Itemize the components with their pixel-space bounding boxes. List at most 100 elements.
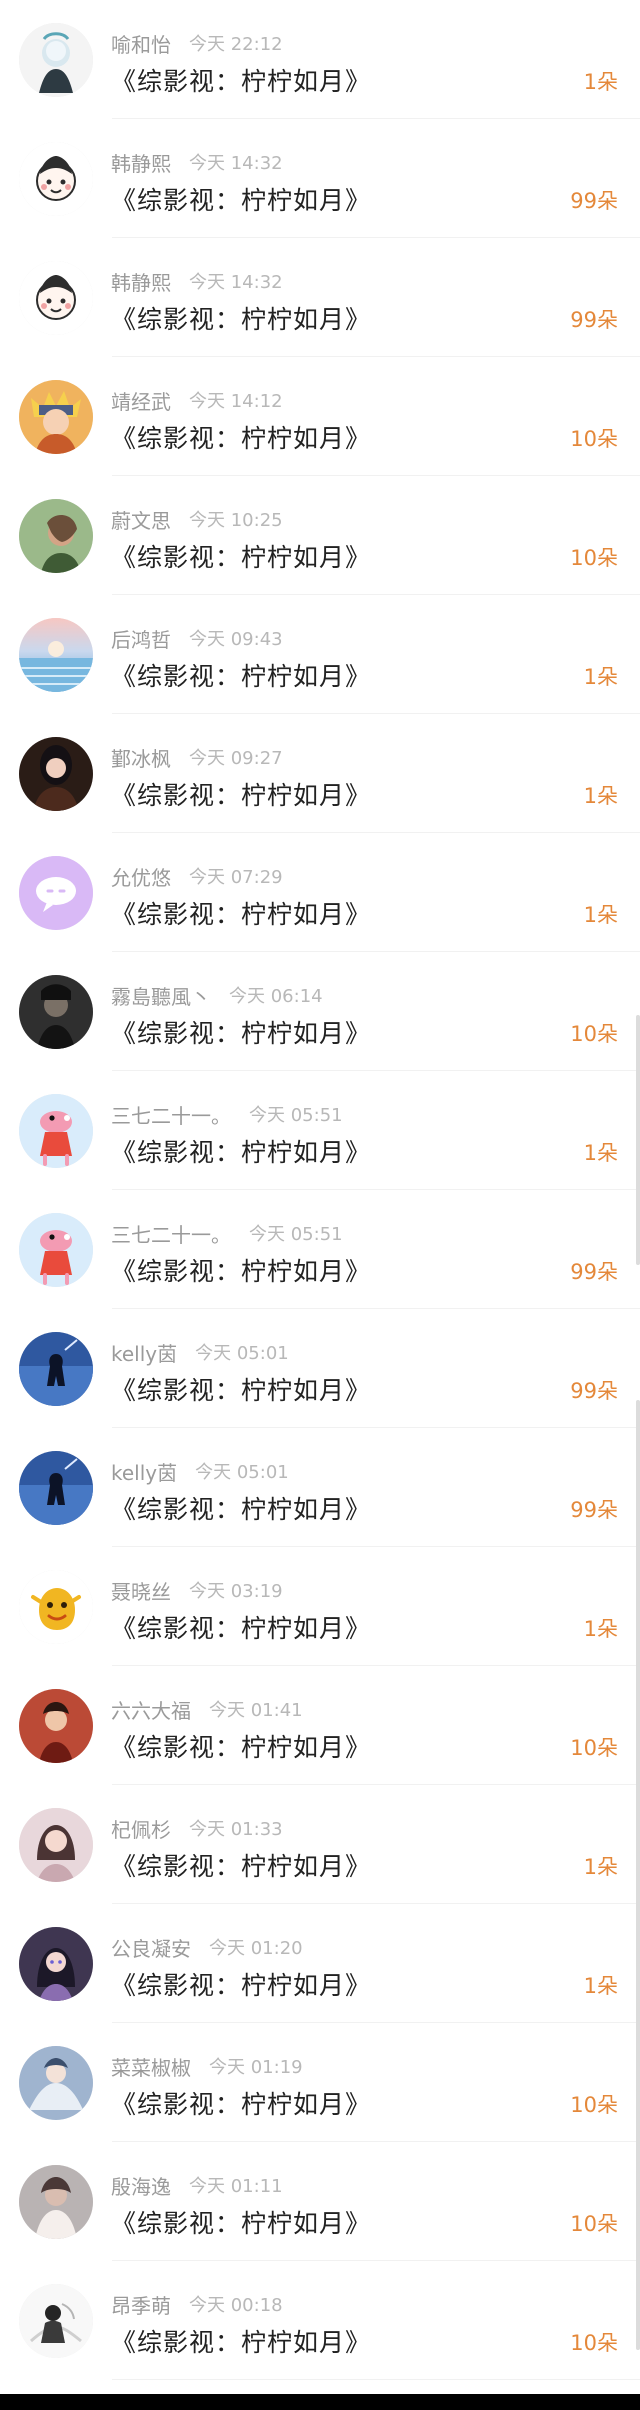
sea-silhouette-avatar-icon[interactable] bbox=[19, 1451, 93, 1525]
yellow-cartoon-avatar-icon[interactable] bbox=[19, 1570, 93, 1644]
user-name[interactable]: 杞佩杉 bbox=[111, 1814, 171, 1843]
record-time: 今天 01:41 bbox=[209, 1700, 303, 1721]
work-title[interactable]: 《综影视：柠柠如月》 bbox=[111, 1847, 371, 1883]
scrollbar-segment-lower[interactable] bbox=[636, 1400, 640, 2350]
work-title[interactable]: 《综影视：柠柠如月》 bbox=[111, 1014, 371, 1050]
gift-record-row[interactable]: 后鸿哲 今天 09:43 《综影视：柠柠如月》 1朵 bbox=[0, 595, 640, 714]
soft-portrait-avatar-icon[interactable] bbox=[19, 2165, 93, 2239]
gift-record-row[interactable]: 殷海逸 今天 01:11 《综影视：柠柠如月》 10朵 bbox=[0, 2142, 640, 2261]
chat-bubble-avatar-icon[interactable] bbox=[19, 856, 93, 930]
record-time: 今天 05:51 bbox=[249, 1224, 343, 1245]
record-time: 今天 01:20 bbox=[209, 1938, 303, 1959]
portrait-avatar-icon[interactable] bbox=[19, 499, 93, 573]
woman-photo-avatar-icon[interactable] bbox=[19, 737, 93, 811]
gift-record-row[interactable]: 韩静熙 今天 14:32 《综影视：柠柠如月》 99朵 bbox=[0, 119, 640, 238]
work-title[interactable]: 《综影视：柠柠如月》 bbox=[111, 419, 371, 455]
gift-record-row[interactable]: 霧島聽風丶 今天 06:14 《综影视：柠柠如月》 10朵 bbox=[0, 952, 640, 1071]
record-meta: 三七二十一。 今天 05:51 bbox=[111, 1219, 343, 1247]
user-name[interactable]: 靖经武 bbox=[111, 386, 171, 415]
gift-record-row[interactable]: 公良凝安 今天 01:20 《综影视：柠柠如月》 1朵 bbox=[0, 1904, 640, 2023]
red-portrait-avatar-icon[interactable] bbox=[19, 1689, 93, 1763]
work-title[interactable]: 《综影视：柠柠如月》 bbox=[111, 2085, 371, 2121]
record-time: 今天 14:12 bbox=[189, 391, 283, 412]
record-time: 今天 05:51 bbox=[249, 1105, 343, 1126]
gift-record-row[interactable]: 杞佩杉 今天 01:33 《综影视：柠柠如月》 1朵 bbox=[0, 1785, 640, 1904]
work-title[interactable]: 《综影视：柠柠如月》 bbox=[111, 1728, 371, 1764]
user-name[interactable]: 三七二十一。 bbox=[111, 1219, 231, 1248]
woman-portrait-avatar-icon[interactable] bbox=[19, 1808, 93, 1882]
cartoon-girl-avatar-icon[interactable] bbox=[19, 142, 93, 216]
gift-amount: 99朵 bbox=[570, 189, 618, 213]
work-title[interactable]: 《综影视：柠柠如月》 bbox=[111, 657, 371, 693]
user-name[interactable]: 公良凝安 bbox=[111, 1933, 191, 1962]
work-title[interactable]: 《综影视：柠柠如月》 bbox=[111, 62, 371, 98]
record-time: 今天 01:11 bbox=[189, 2176, 283, 2197]
work-title[interactable]: 《综影视：柠柠如月》 bbox=[111, 1609, 371, 1645]
ocean-sunset-avatar-icon[interactable] bbox=[19, 618, 93, 692]
work-title[interactable]: 《综影视：柠柠如月》 bbox=[111, 181, 371, 217]
user-name[interactable]: 殷海逸 bbox=[111, 2171, 171, 2200]
user-name[interactable]: 蔚文思 bbox=[111, 505, 171, 534]
gift-record-row[interactable]: 昂季萌 今天 00:18 《综影视：柠柠如月》 10朵 bbox=[0, 2261, 640, 2380]
anime-ninja-avatar-icon[interactable] bbox=[19, 380, 93, 454]
anime-girl-avatar-icon[interactable] bbox=[19, 23, 93, 97]
record-time: 今天 05:01 bbox=[195, 1462, 289, 1483]
gift-amount: 1朵 bbox=[583, 784, 618, 808]
user-name[interactable]: 韩静熙 bbox=[111, 148, 171, 177]
user-name[interactable]: 三七二十一。 bbox=[111, 1100, 231, 1129]
user-name[interactable]: 后鸿哲 bbox=[111, 624, 171, 653]
gift-record-row[interactable]: 靖经武 今天 14:12 《综影视：柠柠如月》 10朵 bbox=[0, 357, 640, 476]
gift-record-row[interactable]: 菜菜椒椒 今天 01:19 《综影视：柠柠如月》 10朵 bbox=[0, 2023, 640, 2142]
user-name[interactable]: kelly茵 bbox=[111, 1338, 177, 1367]
gift-record-row[interactable]: 鄞冰枫 今天 09:27 《综影视：柠柠如月》 1朵 bbox=[0, 714, 640, 833]
work-title[interactable]: 《综影视：柠柠如月》 bbox=[111, 2204, 371, 2240]
gift-record-row[interactable]: 聂晓丝 今天 03:19 《综影视：柠柠如月》 1朵 bbox=[0, 1547, 640, 1666]
work-title[interactable]: 《综影视：柠柠如月》 bbox=[111, 2323, 371, 2359]
work-title[interactable]: 《综影视：柠柠如月》 bbox=[111, 776, 371, 812]
gift-amount: 1朵 bbox=[583, 1141, 618, 1165]
anime-girl-dark-avatar-icon[interactable] bbox=[19, 1927, 93, 2001]
user-name[interactable]: 鄞冰枫 bbox=[111, 743, 171, 772]
user-name[interactable]: 允优悠 bbox=[111, 862, 171, 891]
user-name[interactable]: 霧島聽風丶 bbox=[111, 981, 211, 1010]
gift-record-row[interactable]: 允优悠 今天 07:29 《综影视：柠柠如月》 1朵 bbox=[0, 833, 640, 952]
user-name[interactable]: kelly茵 bbox=[111, 1457, 177, 1486]
gift-record-row[interactable]: 三七二十一。 今天 05:51 《综影视：柠柠如月》 99朵 bbox=[0, 1190, 640, 1309]
work-title[interactable]: 《综影视：柠柠如月》 bbox=[111, 895, 371, 931]
scrollbar-segment-upper[interactable] bbox=[636, 1015, 640, 1265]
user-name[interactable]: 昂季萌 bbox=[111, 2290, 171, 2319]
work-title[interactable]: 《综影视：柠柠如月》 bbox=[111, 1490, 371, 1526]
cartoon-girl-avatar-icon[interactable] bbox=[19, 261, 93, 335]
record-meta: 杞佩杉 今天 01:33 bbox=[111, 1814, 283, 1842]
gift-record-row[interactable]: kelly茵 今天 05:01 《综影视：柠柠如月》 99朵 bbox=[0, 1428, 640, 1547]
user-name[interactable]: 韩静熙 bbox=[111, 267, 171, 296]
user-name[interactable]: 六六大福 bbox=[111, 1695, 191, 1724]
gift-record-row[interactable]: 韩静熙 今天 14:32 《综影视：柠柠如月》 99朵 bbox=[0, 238, 640, 357]
gift-amount: 10朵 bbox=[570, 2212, 618, 2236]
user-name[interactable]: 喻和怡 bbox=[111, 29, 171, 58]
peppa-pig-avatar-icon[interactable] bbox=[19, 1094, 93, 1168]
gift-record-row[interactable]: 蔚文思 今天 10:25 《综影视：柠柠如月》 10朵 bbox=[0, 476, 640, 595]
gift-record-row[interactable]: 三七二十一。 今天 05:51 《综影视：柠柠如月》 1朵 bbox=[0, 1071, 640, 1190]
work-title[interactable]: 《综影视：柠柠如月》 bbox=[111, 1371, 371, 1407]
gift-record-row[interactable]: 六六大福 今天 01:41 《综影视：柠柠如月》 10朵 bbox=[0, 1666, 640, 1785]
work-title[interactable]: 《综影视：柠柠如月》 bbox=[111, 538, 371, 574]
work-title[interactable]: 《综影视：柠柠如月》 bbox=[111, 1133, 371, 1169]
work-title[interactable]: 《综影视：柠柠如月》 bbox=[111, 1252, 371, 1288]
user-name[interactable]: 菜菜椒椒 bbox=[111, 2052, 191, 2081]
blue-painting-avatar-icon[interactable] bbox=[19, 2046, 93, 2120]
record-time: 今天 05:01 bbox=[195, 1343, 289, 1364]
dark-portrait-avatar-icon[interactable] bbox=[19, 975, 93, 1049]
record-meta: 菜菜椒椒 今天 01:19 bbox=[111, 2052, 303, 2080]
record-meta: 昂季萌 今天 00:18 bbox=[111, 2290, 283, 2318]
gift-amount: 99朵 bbox=[570, 1498, 618, 1522]
gift-record-row[interactable]: 喻和怡 今天 22:12 《综影视：柠柠如月》 1朵 bbox=[0, 0, 640, 119]
sea-silhouette-avatar-icon[interactable] bbox=[19, 1332, 93, 1406]
work-title[interactable]: 《综影视：柠柠如月》 bbox=[111, 300, 371, 336]
record-meta: 喻和怡 今天 22:12 bbox=[111, 29, 283, 57]
ink-painting-avatar-icon[interactable] bbox=[19, 2284, 93, 2358]
peppa-pig-avatar-icon[interactable] bbox=[19, 1213, 93, 1287]
user-name[interactable]: 聂晓丝 bbox=[111, 1576, 171, 1605]
work-title[interactable]: 《综影视：柠柠如月》 bbox=[111, 1966, 371, 2002]
gift-record-row[interactable]: kelly茵 今天 05:01 《综影视：柠柠如月》 99朵 bbox=[0, 1309, 640, 1428]
